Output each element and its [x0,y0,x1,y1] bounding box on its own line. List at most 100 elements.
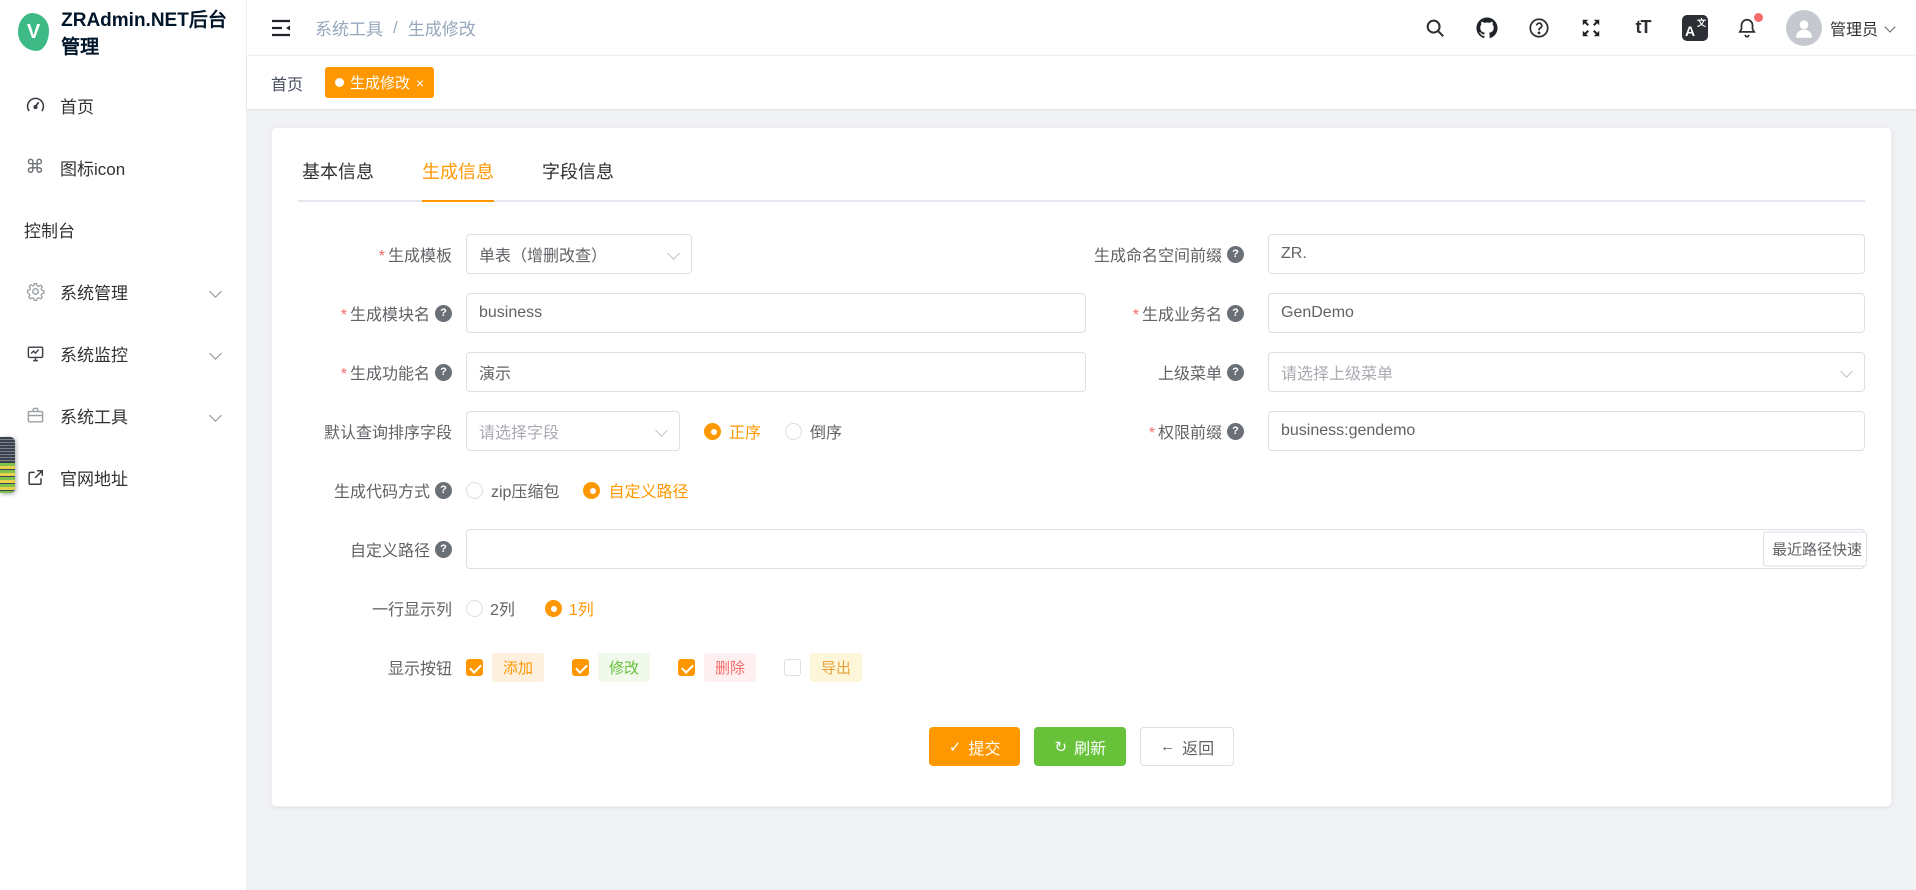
radio-zip-package[interactable]: zip压缩包 [466,478,559,502]
form-row: 默认查询排序字段 请选择字段 正序 倒序 权限前缀? [298,411,1865,451]
help-icon[interactable]: ? [1227,364,1244,381]
font-size-icon[interactable]: tT [1630,15,1656,41]
checkbox-show-edit[interactable]: 修改 [572,653,650,682]
select-value: 单表（增删改查） [479,242,607,266]
search-icon[interactable] [1422,15,1448,41]
button-label: 提交 [968,735,1000,759]
namespace-prefix-input[interactable] [1268,234,1865,274]
radio-label: 自定义路径 [608,478,688,502]
help-icon[interactable] [1526,15,1552,41]
card-tabs: 基本信息 生成信息 字段信息 [298,150,1865,202]
tab-field-info[interactable]: 字段信息 [542,150,614,200]
sidebar-item-system-tools[interactable]: 系统工具 [0,384,246,446]
close-icon[interactable]: × [416,75,424,91]
sidebar-item-system-manage[interactable]: 系统管理 [0,260,246,322]
help-icon[interactable]: ? [435,364,452,381]
top-navbar: 系统工具 / 生成修改 tT A文 [247,0,1916,55]
tag-active-gen-edit[interactable]: 生成修改 × [325,67,434,98]
form-actions: ✓ 提交 ↻ 刷新 ←返回 [298,727,1865,766]
checkbox-icon [784,659,801,676]
radio-one-column[interactable]: 1列 [545,596,594,620]
breadcrumb: 系统工具 / 生成修改 [315,15,476,40]
breadcrumb-separator: / [393,18,398,38]
bell-icon[interactable] [1734,15,1760,41]
sidebar-item-console[interactable]: 控制台 [0,198,246,260]
module-name-input[interactable] [466,293,1086,333]
sidebar-item-label: 控制台 [24,217,75,242]
app-logo[interactable]: V ZRAdmin.NET后台管理 [0,0,246,64]
checkbox-tag: 添加 [492,653,544,682]
chevron-down-icon [210,285,222,297]
tab-gen-info[interactable]: 生成信息 [422,150,494,200]
sidebar-item-label: 官网地址 [60,465,128,490]
chevron-down-icon [668,249,679,260]
field-label: 权限前缀 [1149,419,1222,443]
submit-button[interactable]: ✓ 提交 [929,727,1021,766]
sidebar-item-label: 系统管理 [60,279,128,304]
theme-drawer-handle[interactable] [0,437,15,493]
sidebar-item-system-monitor[interactable]: 系统监控 [0,322,246,384]
field-label: 生成功能名 [341,360,430,384]
button-label: 刷新 [1074,735,1106,759]
github-icon[interactable] [1474,15,1500,41]
menu-fold-icon[interactable] [269,16,293,40]
help-icon[interactable]: ? [1227,423,1244,440]
fullscreen-icon[interactable] [1578,15,1604,41]
radio-label: 2列 [490,596,515,620]
tab-basic-info[interactable]: 基本信息 [302,150,374,200]
refresh-button[interactable]: ↻ 刷新 [1034,727,1126,766]
radio-label: 1列 [569,596,594,620]
checkbox-icon [466,659,483,676]
help-icon[interactable]: ? [435,305,452,322]
radio-sort-asc[interactable]: 正序 [704,419,761,443]
perm-prefix-input[interactable] [1268,411,1865,451]
parent-menu-select[interactable]: 请选择上级菜单 [1268,352,1865,392]
chevron-down-icon [210,347,222,359]
field-label: 生成模板 [379,242,452,266]
radio-sort-desc[interactable]: 倒序 [785,419,842,443]
field-label: 一行显示列 [372,596,452,620]
app-title: ZRAdmin.NET后台管理 [61,5,228,59]
checkbox-show-export[interactable]: 导出 [784,653,862,682]
business-name-input[interactable] [1268,293,1865,333]
custom-path-input[interactable] [466,529,1865,569]
check-icon: ✓ [949,738,962,756]
tag-home[interactable]: 首页 [271,71,303,95]
help-icon[interactable]: ? [435,482,452,499]
sidebar: V ZRAdmin.NET后台管理 首页 ⌘ 图标icon 控制台 系统管 [0,0,247,890]
sidebar-item-label: 图标icon [60,155,125,180]
sidebar-item-icons[interactable]: ⌘ 图标icon [0,136,246,198]
radio-icon [785,423,802,440]
form-row: 显示按钮 添加 修改 删除 导出 [298,647,1865,687]
field-label: 上级菜单 [1158,360,1222,384]
chevron-down-icon [656,426,667,437]
select-placeholder: 请选择字段 [479,419,559,443]
function-name-input[interactable] [466,352,1086,392]
sidebar-item-label: 系统工具 [60,403,128,428]
help-icon[interactable]: ? [435,541,452,558]
sidebar-item-home[interactable]: 首页 [0,74,246,136]
radio-label: zip压缩包 [491,478,559,502]
sidebar-item-official-site[interactable]: 官网地址 [0,446,246,508]
gen-edit-card: 基本信息 生成信息 字段信息 生成模板 单表（增删改查） [271,127,1892,807]
back-button[interactable]: ←返回 [1140,727,1234,766]
radio-two-columns[interactable]: 2列 [466,596,515,620]
gen-template-select[interactable]: 单表（增删改查） [466,234,692,274]
checkbox-show-delete[interactable]: 删除 [678,653,756,682]
checkbox-tag: 导出 [810,653,862,682]
recent-path-quick-button[interactable]: 最近路径快速 [1763,532,1867,567]
help-icon[interactable]: ? [1227,246,1244,263]
help-icon[interactable]: ? [1227,305,1244,322]
refresh-icon: ↻ [1054,738,1067,756]
sort-field-select[interactable]: 请选择字段 [466,411,680,451]
field-label: 生成代码方式 [334,478,430,502]
checkbox-tag: 修改 [598,653,650,682]
user-menu[interactable]: 管理员 [1786,10,1896,46]
language-icon[interactable]: A文 [1682,15,1708,41]
breadcrumb-item[interactable]: 系统工具 [315,15,383,40]
radio-icon [704,423,721,440]
radio-custom-path[interactable]: 自定义路径 [583,478,688,502]
chevron-down-icon [1841,367,1852,378]
checkbox-show-add[interactable]: 添加 [466,653,544,682]
tags-view-bar: 首页 生成修改 × [247,55,1916,109]
